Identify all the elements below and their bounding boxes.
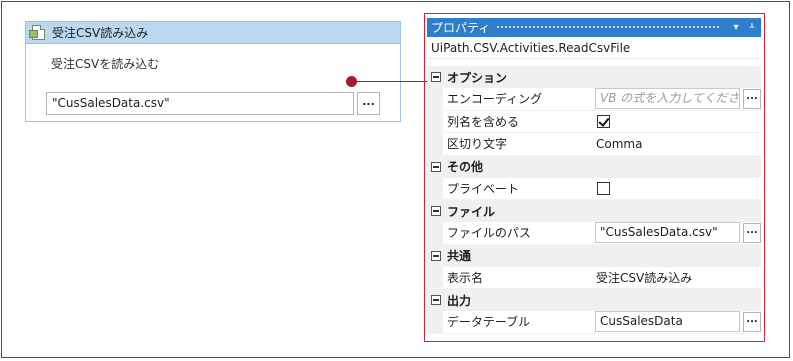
file-path-input[interactable]: "CusSalesData.csv" bbox=[46, 92, 354, 115]
drag-grip[interactable] bbox=[496, 25, 721, 30]
properties-title: プロパティ bbox=[431, 21, 491, 35]
property-grid: オプション エンコーディング VB の式を入力してください... 列名を含める 区切り文… bbox=[427, 66, 761, 334]
row-gutter bbox=[427, 133, 443, 155]
property-input[interactable]: "CusSalesData.csv" bbox=[595, 222, 740, 244]
category-label: ファイル bbox=[447, 204, 496, 219]
dropdown-icon[interactable]: ▾ bbox=[729, 22, 743, 33]
browse-file-button[interactable]: ... bbox=[357, 92, 380, 115]
property-name: ファイルのパス bbox=[446, 226, 531, 240]
row-gutter bbox=[427, 266, 443, 288]
property-value: Comma bbox=[592, 133, 761, 155]
property-row: ファイルのパス "CusSalesData.csv"... bbox=[427, 222, 761, 245]
expression-editor-button[interactable]: ... bbox=[743, 311, 761, 332]
category-0[interactable]: オプション bbox=[427, 66, 761, 88]
category-label: 共通 bbox=[447, 249, 472, 263]
property-row: 表示名 受注CSV読み込み bbox=[427, 266, 761, 289]
property-name: プライベート bbox=[447, 181, 520, 196]
property-text-value[interactable]: 受注CSV読み込み bbox=[596, 269, 692, 286]
activity-header[interactable]: 受注CSV読み込み bbox=[26, 22, 400, 44]
properties-panel: プロパティ ▾ ᚆ UiPath.CSV.Activities.ReadCsvF… bbox=[427, 18, 761, 340]
property-name: 区切り文字 bbox=[447, 137, 508, 151]
collapse-icon[interactable] bbox=[431, 206, 441, 216]
collapse-icon[interactable] bbox=[431, 72, 441, 82]
csv-file-icon bbox=[29, 25, 45, 40]
property-input[interactable]: VB の式を入力してください bbox=[595, 88, 740, 110]
category-label: その他 bbox=[447, 160, 484, 174]
property-row: 列名を含める bbox=[427, 110, 761, 133]
property-row: データテーブル CusSalesData... bbox=[427, 311, 761, 334]
row-gutter bbox=[427, 110, 443, 132]
properties-header[interactable]: プロパティ ▾ ᚆ bbox=[427, 18, 761, 37]
category-2[interactable]: ファイル bbox=[427, 200, 761, 222]
property-row: 区切り文字 Comma bbox=[427, 133, 761, 156]
category-label: オプション bbox=[447, 70, 508, 85]
property-row: プライベート bbox=[427, 177, 761, 200]
property-checkbox[interactable] bbox=[597, 114, 610, 128]
property-text-value[interactable]: Comma bbox=[596, 137, 642, 151]
property-value: CusSalesData... bbox=[591, 311, 761, 333]
row-gutter bbox=[427, 177, 443, 199]
property-value bbox=[592, 178, 761, 200]
pin-icon[interactable]: ᚆ bbox=[745, 22, 759, 33]
property-value: 受注CSV読み込み bbox=[592, 267, 761, 289]
collapse-icon[interactable] bbox=[431, 161, 441, 172]
property-value bbox=[592, 111, 761, 133]
property-input[interactable]: CusSalesData bbox=[595, 311, 740, 333]
property-name: エンコーディング bbox=[446, 92, 543, 106]
property-name: 表示名 bbox=[447, 270, 484, 285]
row-gutter bbox=[427, 222, 443, 244]
expression-editor-button[interactable]: ... bbox=[743, 222, 761, 243]
category-4[interactable]: 出力 bbox=[427, 289, 761, 311]
activity-type-name: UiPath.CSV.Activities.ReadCsvFile bbox=[427, 37, 761, 59]
property-value: VB の式を入力してください... bbox=[591, 88, 761, 110]
row-gutter bbox=[427, 88, 443, 110]
property-name: データテーブル bbox=[446, 315, 531, 329]
category-label: 出力 bbox=[447, 293, 472, 308]
property-row: エンコーディング VB の式を入力してください... bbox=[427, 88, 761, 111]
property-value: "CusSalesData.csv"... bbox=[591, 222, 761, 244]
collapse-icon[interactable] bbox=[431, 250, 441, 261]
property-name: 列名を含める bbox=[447, 114, 520, 129]
collapse-icon[interactable] bbox=[431, 295, 441, 305]
expression-editor-button[interactable]: ... bbox=[743, 88, 761, 109]
row-gutter bbox=[427, 311, 443, 333]
activity-title: 受注CSV読み込み bbox=[52, 26, 149, 40]
property-checkbox[interactable] bbox=[597, 181, 610, 195]
read-csv-activity[interactable]: 受注CSV読み込み 受注CSVを読み込む "CusSalesData.csv" … bbox=[25, 21, 401, 122]
category-1[interactable]: その他 bbox=[427, 155, 761, 178]
activity-description: 受注CSVを読み込む bbox=[51, 57, 160, 71]
category-3[interactable]: 共通 bbox=[427, 244, 761, 267]
connector-line bbox=[356, 81, 427, 82]
